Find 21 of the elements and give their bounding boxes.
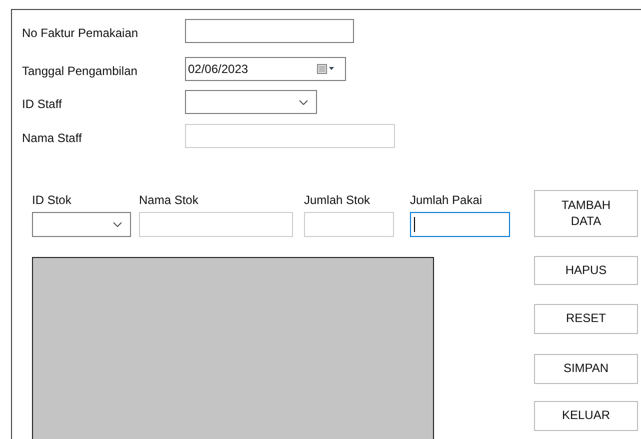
action-button[interactable]: SIMPAN [534,354,638,384]
action-button[interactable]: TAMBAH DATA [534,190,638,237]
dropdown[interactable] [185,90,317,114]
date-picker[interactable]: 02/06/2023 [185,56,346,80]
action-button[interactable]: RESET [534,304,638,334]
field-label: Jumlah Stok [304,193,372,209]
field-label: Nama Stok [139,193,200,209]
action-button[interactable]: HAPUS [534,256,638,285]
field-label: Jumlah Pakai [410,193,484,209]
dropdown[interactable] [32,212,131,237]
calendar-icon[interactable] [317,64,335,74]
input-field[interactable] [410,212,510,237]
chevron-down-icon[interactable] [113,222,122,227]
field-label: No Faktur Pemakaian [22,24,140,40]
input-field[interactable] [185,18,354,42]
field-label: ID Staff [22,96,63,110]
field-label: ID Stok [32,193,72,209]
field-label: Nama Staff [22,130,83,144]
field-label: Tanggal Pengambilan [22,62,138,78]
chevron-down-icon[interactable] [299,100,308,104]
action-button[interactable]: KELUAR [534,401,638,431]
